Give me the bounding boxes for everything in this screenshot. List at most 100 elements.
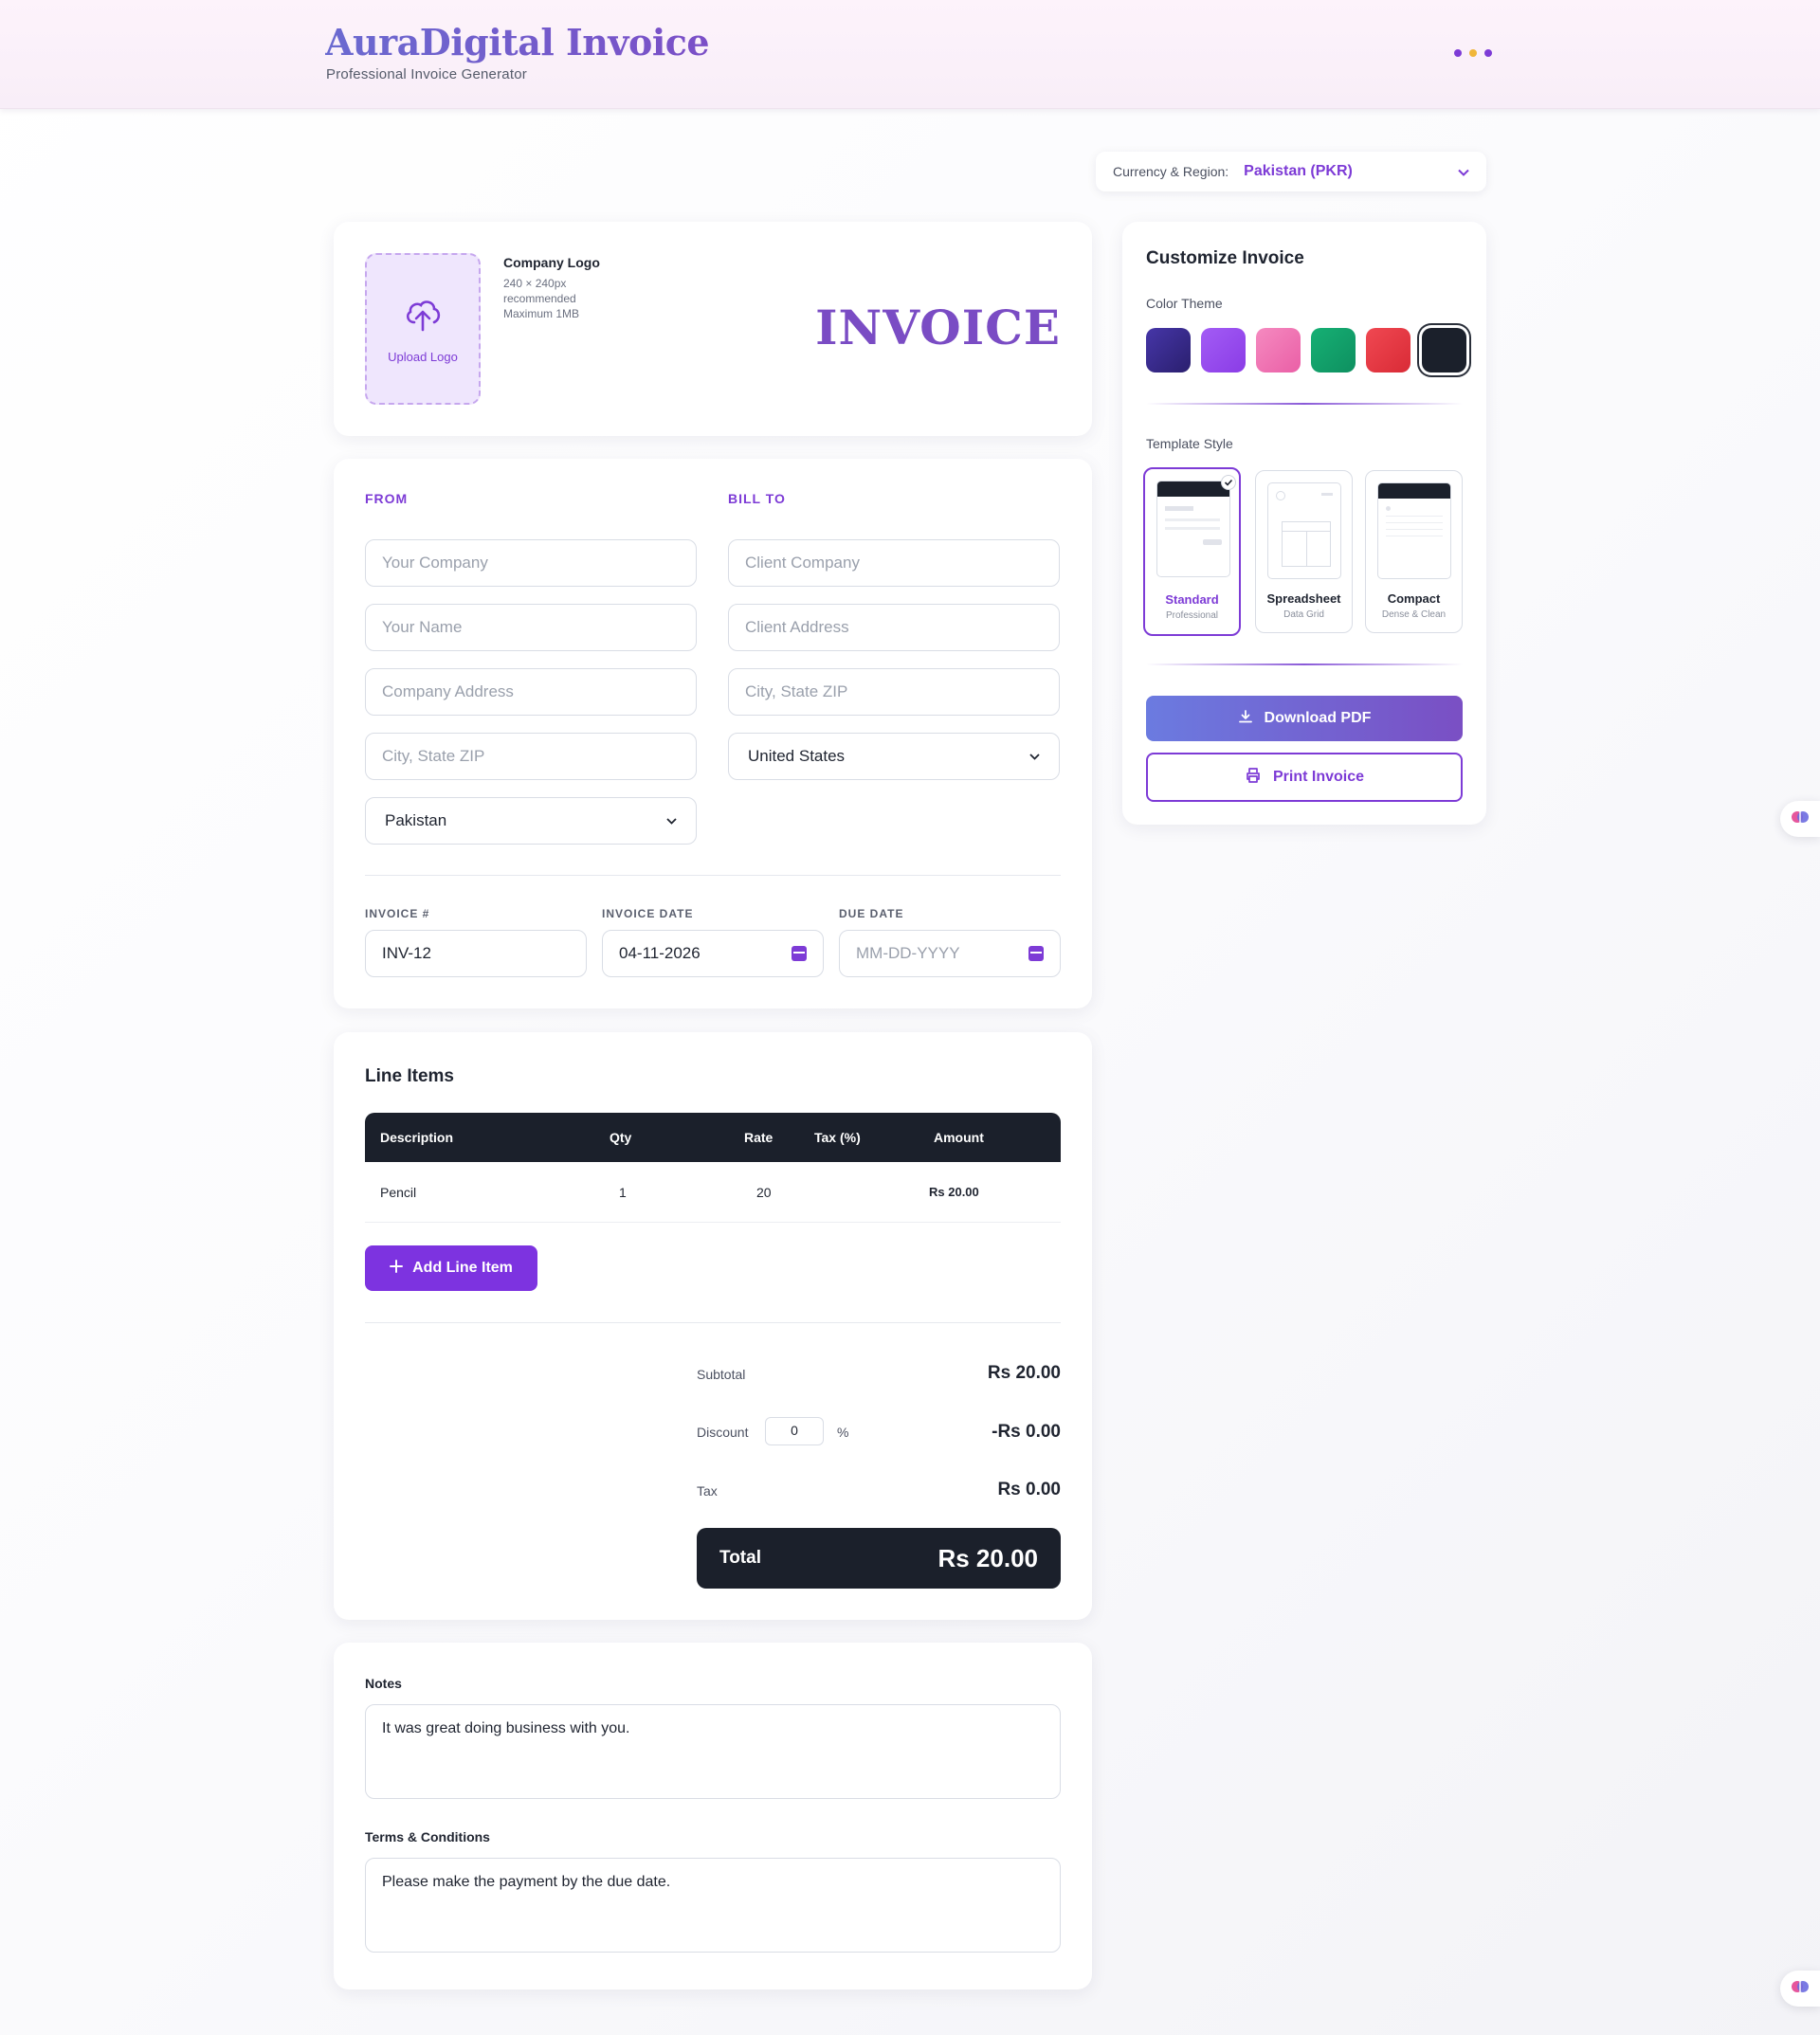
from-country-select[interactable]: Pakistan [365,797,697,845]
add-line-item-button[interactable]: Add Line Item [365,1245,537,1291]
template-desc: Data Grid [1283,609,1324,620]
column-header: Rate [744,1130,774,1145]
total-value: Rs 20.00 [937,1544,1038,1572]
subtotal-value: Rs 20.00 [987,1363,1061,1383]
item-description[interactable]: Pencil [380,1162,416,1223]
swatch-green[interactable] [1311,328,1356,372]
download-pdf-label: Download PDF [1264,710,1372,726]
template-compact[interactable]: Compact Dense & Clean [1365,470,1463,633]
check-icon [1221,475,1236,490]
template-name: Standard [1165,592,1219,607]
customize-title: Customize Invoice [1146,248,1304,268]
swatch-dark[interactable] [1422,328,1466,372]
dot [1454,49,1462,57]
from-address-input[interactable]: Company Address [365,668,697,716]
side-extension-button[interactable] [1780,801,1820,837]
color-theme-label: Color Theme [1146,296,1223,311]
total-label: Total [719,1548,761,1568]
column-header: Amount [934,1130,984,1145]
client-city-input[interactable]: City, State ZIP [728,668,1060,716]
template-desc: Professional [1165,610,1219,621]
invoice-date-label: INVOICE DATE [602,907,694,920]
template-standard[interactable]: Standard Professional [1143,467,1241,636]
discount-label: Discount [697,1425,749,1440]
logo-info: Company Logo 240 × 240px recommended Max… [503,255,600,321]
item-rate[interactable]: 20 [756,1162,772,1223]
chevron-down-icon [666,814,677,827]
due-date-input[interactable]: MM-DD-YYYY [839,930,1061,977]
template-spreadsheet[interactable]: Spreadsheet Data Grid [1255,470,1353,633]
from-country-value: Pakistan [385,811,447,829]
discount-input[interactable]: 0 [765,1417,824,1445]
logo-info-max: Maximum 1MB [503,307,580,320]
cloud-upload-icon [402,294,444,340]
from-company-input[interactable]: Your Company [365,539,697,587]
divider [1146,403,1463,405]
client-company-input[interactable]: Client Company [728,539,1060,587]
plus-icon [390,1259,404,1278]
column-header: Tax (%) [814,1130,861,1145]
client-country-value: United States [748,747,846,765]
logo-info-size: 240 × 240px [503,277,567,290]
line-items-title: Line Items [365,1066,454,1086]
notes-label: Notes [365,1676,402,1691]
template-style-label: Template Style [1146,436,1233,451]
invoice-number-input[interactable]: INV-12 [365,930,587,977]
divider [1146,663,1463,665]
total-bar: Total Rs 20.00 [697,1528,1061,1589]
client-country-select[interactable]: United States [728,733,1060,780]
side-extension-button[interactable] [1780,1971,1820,2007]
template-name: Compact [1387,591,1441,606]
app-header: AuraDigital Invoice Professional Invoice… [0,0,1820,109]
add-line-item-label: Add Line Item [412,1260,513,1276]
download-icon [1238,709,1253,729]
upload-logo-label: Upload Logo [388,350,458,364]
swatch-purple[interactable] [1201,328,1246,372]
terms-textarea[interactable]: Please make the payment by the due date. [365,1858,1061,1953]
client-address-input[interactable]: Client Address [728,604,1060,651]
upload-logo-button[interactable]: Upload Logo [365,253,481,405]
divider [365,875,1061,876]
line-items-card: Line Items Description Qty Rate Tax (%) … [334,1032,1092,1620]
terms-label: Terms & Conditions [365,1829,490,1844]
dot [1469,49,1477,57]
item-tax[interactable] [820,1162,896,1223]
from-name-input[interactable]: Your Name [365,604,697,651]
invoice-date-input[interactable]: 04-11-2026 [602,930,824,977]
calendar-icon[interactable] [1028,946,1044,961]
template-spreadsheet-preview [1267,482,1341,579]
calendar-icon[interactable] [792,946,807,961]
item-amount: Rs 20.00 [929,1185,979,1199]
logo-info-title: Company Logo [503,255,600,270]
from-city-input[interactable]: City, State ZIP [365,733,697,780]
template-desc: Dense & Clean [1381,609,1447,620]
chevron-down-icon [1029,750,1040,763]
bill-to-label: BILL TO [728,491,786,506]
app-subtitle: Professional Invoice Generator [326,66,527,82]
download-pdf-button[interactable]: Download PDF [1146,696,1463,741]
item-qty[interactable]: 1 [619,1162,627,1223]
divider [365,1322,1061,1323]
print-invoice-button[interactable]: Print Invoice [1146,753,1463,802]
print-invoice-label: Print Invoice [1272,769,1365,785]
currency-value: Pakistan (PKR) [1244,163,1353,179]
subtotal-label: Subtotal [697,1367,746,1382]
currency-select[interactable]: Currency & Region: Pakistan (PKR) [1096,152,1486,191]
table-header: Description Qty Rate Tax (%) Amount [365,1113,1061,1162]
currency-label: Currency & Region: [1113,164,1229,179]
logo-info-hint: recommended [503,292,576,305]
template-name: Spreadsheet [1266,591,1341,606]
tax-value: Rs 0.00 [997,1480,1061,1499]
ellipsis-icon[interactable] [1454,49,1492,57]
notes-textarea[interactable]: It was great doing business with you. [365,1704,1061,1799]
swatch-pink[interactable] [1256,328,1301,372]
brain-icon [1791,808,1810,831]
swatch-red[interactable] [1366,328,1410,372]
due-date-placeholder: MM-DD-YYYY [856,944,960,962]
table-row: Pencil 1 20 Rs 20.00 [365,1162,1061,1223]
discount-unit: % [837,1425,849,1440]
swatch-indigo[interactable] [1146,328,1191,372]
logo-card: Upload Logo Company Logo 240 × 240px rec… [334,222,1092,436]
tax-label: Tax [697,1483,718,1499]
template-standard-preview [1156,481,1230,577]
